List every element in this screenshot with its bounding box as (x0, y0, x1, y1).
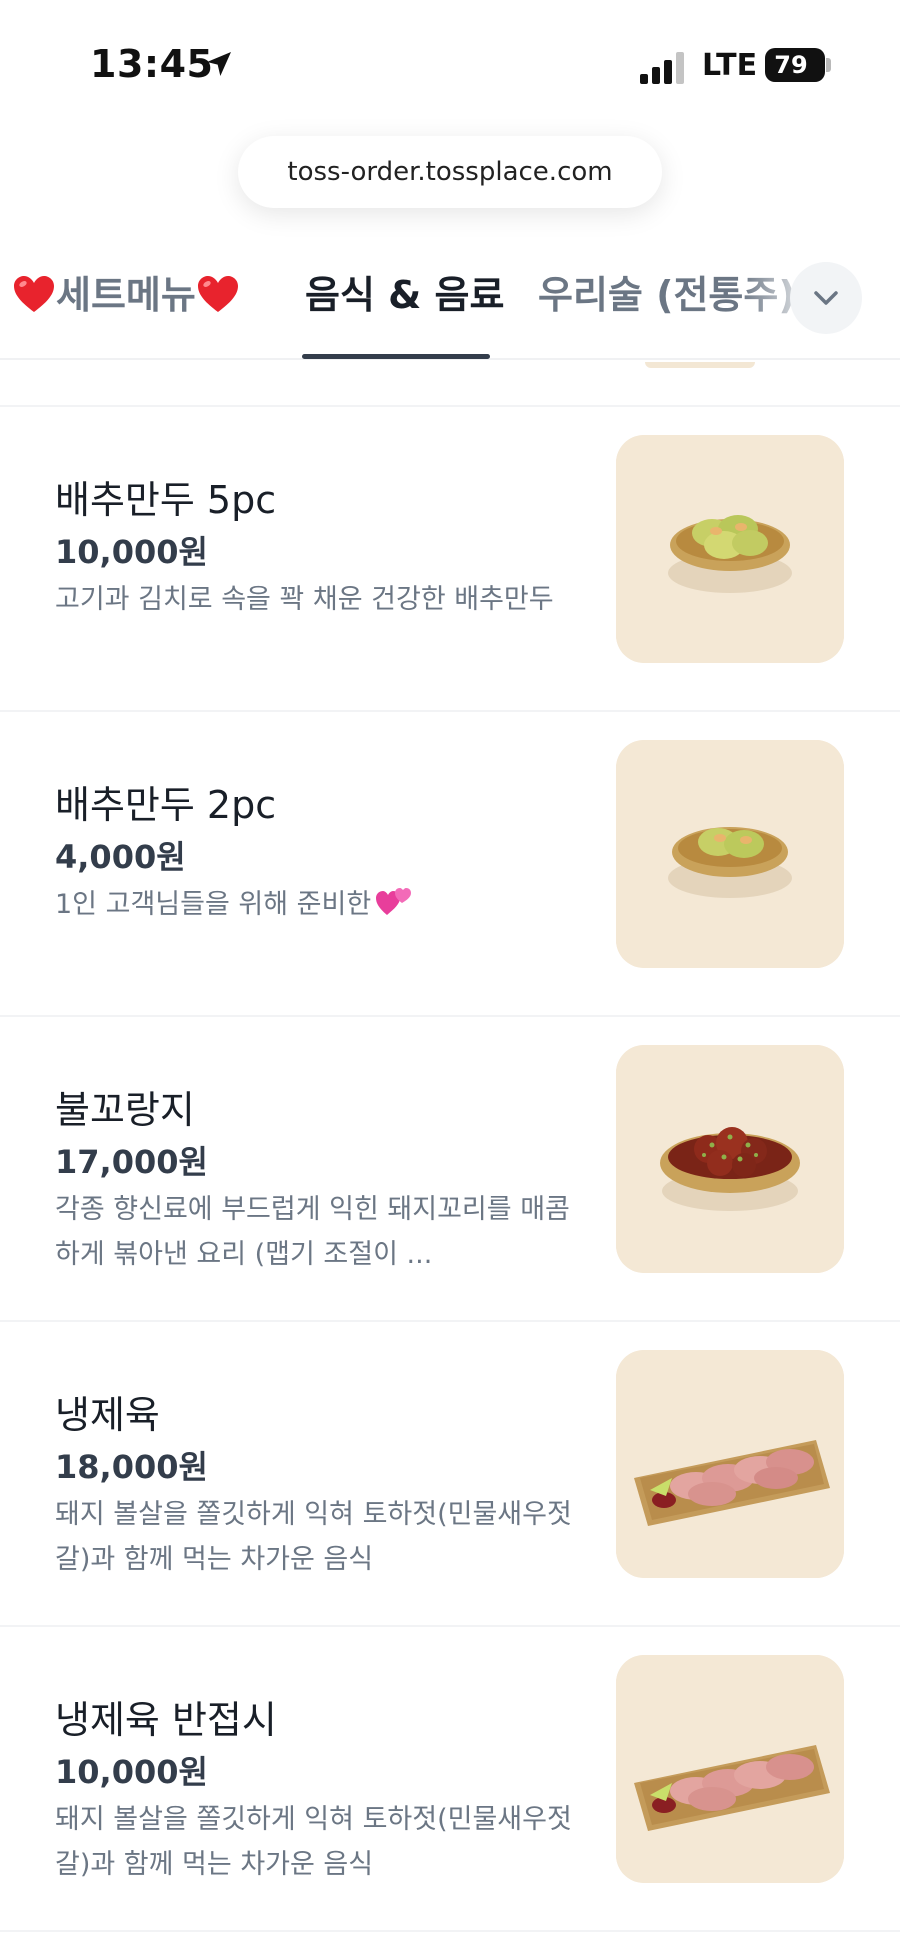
item-price: 10,000원 (55, 533, 208, 571)
item-name: 불꼬랑지 (55, 1088, 195, 1132)
item-photo (616, 435, 844, 663)
item-name: 배추만두 2pc (55, 783, 277, 827)
item-price: 10,000원 (55, 1753, 208, 1791)
tab-food-drinks[interactable]: 음식 & 음료 (305, 264, 504, 319)
previous-item-edge (0, 362, 900, 407)
item-price: 18,000원 (55, 1448, 208, 1486)
item-name: 냉제육 (55, 1393, 160, 1437)
signal-icon (640, 52, 684, 84)
tab-active-indicator (302, 354, 490, 359)
item-description: 돼지 볼살을 쫄깃하게 익혀 토하젓(민물새우젓갈)과 함께 먹는 차가운 음식 (55, 1499, 572, 1575)
item-description: 돼지 볼살을 쫄깃하게 익혀 토하젓(민물새우젓갈)과 함께 먹는 차가운 음식 (55, 1804, 572, 1880)
tab-set-menu[interactable]: 세트메뉴 (12, 264, 240, 319)
menu-list: 배추만두 5pc 10,000원 고기과 김치로 속을 꽉 채운 건강한 배추만… (0, 362, 900, 1932)
tab-label: 세트메뉴 (56, 273, 196, 317)
menu-item[interactable]: 냉제육 18,000원 돼지 볼살을 쫄깃하게 익혀 토하젓(민물새우젓갈)과 … (0, 1322, 900, 1627)
item-name: 배추만두 5pc (55, 478, 277, 522)
status-bar: 13:45 LTE 79 (0, 0, 900, 130)
network-type: LTE (702, 48, 758, 83)
two-hearts-icon (376, 888, 412, 915)
battery-tip (826, 58, 831, 72)
location-arrow-icon (207, 52, 231, 76)
item-name: 냉제육 반접시 (55, 1698, 277, 1742)
item-description: 1인 고객님들을 위해 준비한 (55, 882, 575, 927)
chevron-down-icon (814, 291, 838, 305)
clock: 13:45 (90, 42, 214, 86)
menu-item[interactable]: 배추만두 2pc 4,000원 1인 고객님들을 위해 준비한 (0, 712, 900, 1017)
item-photo (616, 740, 844, 968)
menu-item[interactable]: 냉제육 반접시 10,000원 돼지 볼살을 쫄깃하게 익혀 토하젓(민물새우젓… (0, 1627, 900, 1932)
menu-item[interactable]: 불꼬랑지 17,000원 각종 향신료에 부드럽게 익힌 돼지꼬리를 매콤하게 … (0, 1017, 900, 1322)
expand-categories-button[interactable] (790, 262, 862, 334)
url-bar[interactable]: toss-order.tossplace.com (238, 136, 662, 208)
item-description: 고기과 김치로 속을 꽉 채운 건강한 배추만두 (55, 584, 554, 615)
previous-item-photo (645, 362, 755, 368)
item-photo (616, 1045, 844, 1273)
item-description: 각종 향신료에 부드럽게 익힌 돼지꼬리를 매콤하게 볶아낸 요리 (맵기 조절… (55, 1194, 570, 1270)
category-tabs: 세트메뉴 음식 & 음료 우리술 (전통주) (0, 244, 900, 360)
item-photo (616, 1655, 844, 1883)
battery-icon: 79 (765, 48, 825, 82)
heart-icon (197, 276, 238, 312)
battery-level: 79 (774, 51, 808, 79)
item-price: 4,000원 (55, 838, 186, 876)
tab-label: 음식 & 음료 (305, 273, 505, 317)
item-description-text: 1인 고객님들을 위해 준비한 (55, 889, 372, 920)
item-price: 17,000원 (55, 1143, 208, 1181)
url-text: toss-order.tossplace.com (287, 157, 613, 187)
item-photo (616, 1350, 844, 1578)
heart-icon (14, 276, 54, 312)
menu-item[interactable]: 배추만두 5pc 10,000원 고기과 김치로 속을 꽉 채운 건강한 배추만… (0, 407, 900, 712)
